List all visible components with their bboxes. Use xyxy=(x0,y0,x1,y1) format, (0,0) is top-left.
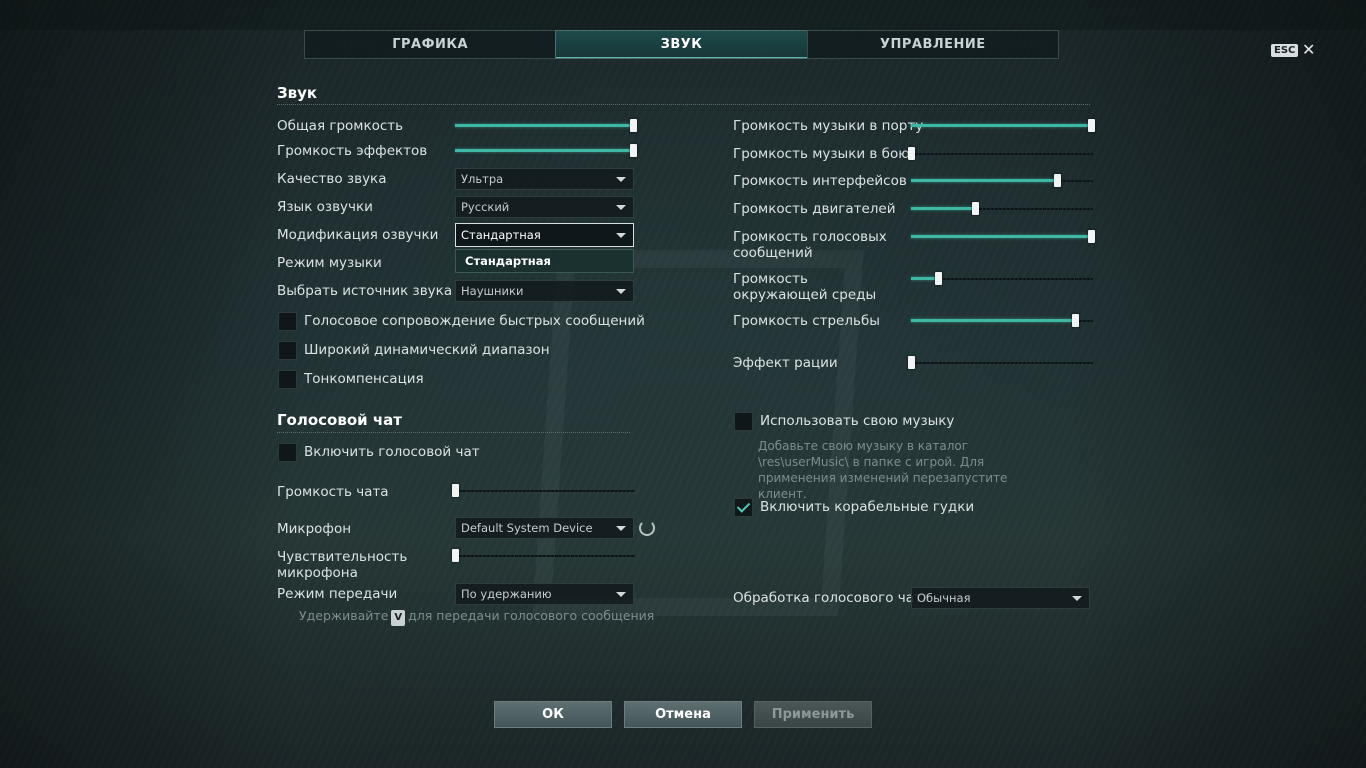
chevron-down-icon xyxy=(616,592,626,597)
slider-knob[interactable] xyxy=(908,356,915,369)
voice-language-label: Язык озвучки xyxy=(277,199,373,215)
voice-mod-label: Модификация озвучки xyxy=(277,227,439,243)
shooting-volume-label: Громкость стрельбы xyxy=(733,313,880,329)
interface-volume-label: Громкость интерфейсов xyxy=(733,173,907,189)
custom-music-checkbox[interactable] xyxy=(734,412,753,431)
slider-knob[interactable] xyxy=(935,272,943,285)
transmit-mode-label: Режим передачи xyxy=(277,586,398,602)
general-volume-slider[interactable] xyxy=(455,119,637,132)
top-bar-dimmed xyxy=(0,0,1366,30)
chevron-down-icon xyxy=(616,177,626,182)
chat-volume-slider[interactable] xyxy=(452,484,635,497)
microphone-label: Микрофон xyxy=(277,521,352,537)
voice-mod-option[interactable]: Стандартная xyxy=(455,249,634,273)
general-volume-label: Общая громкость xyxy=(277,118,404,134)
quick-messages-label: Голосовое сопровождение быстрых сообщени… xyxy=(304,313,645,329)
v-key-badge: V xyxy=(391,610,406,626)
voice-processing-value: Обычная xyxy=(917,591,971,605)
slider-knob[interactable] xyxy=(908,147,915,160)
chevron-down-icon xyxy=(616,289,626,294)
chevron-down-icon xyxy=(616,205,626,210)
shooting-volume-slider[interactable] xyxy=(911,314,1093,327)
microphone-value: Default System Device xyxy=(461,521,593,535)
loudness-checkbox[interactable] xyxy=(278,370,297,389)
voice-processing-label: Обработка голосового чата xyxy=(733,590,931,606)
voice-mod-dropdown[interactable]: Стандартная xyxy=(455,223,634,247)
chat-volume-label: Громкость чата xyxy=(277,484,389,500)
tab-controls[interactable]: УПРАВЛЕНИЕ xyxy=(806,30,1059,59)
enable-voice-chat-label: Включить голосовой чат xyxy=(304,444,480,460)
section-title-voice-chat: Голосовой чат xyxy=(277,411,402,429)
slider-knob[interactable] xyxy=(1088,230,1095,243)
engines-volume-slider[interactable] xyxy=(911,202,1093,215)
wide-range-label: Широкий динамический диапазон xyxy=(304,342,550,358)
voice-language-dropdown[interactable]: Русский xyxy=(455,196,634,218)
slider-knob[interactable] xyxy=(452,549,459,562)
sensitivity-label: Чувствительность микрофона xyxy=(277,549,408,581)
chevron-down-icon xyxy=(1072,596,1082,601)
quick-messages-checkbox[interactable] xyxy=(278,312,297,331)
custom-music-label: Использовать свою музыку xyxy=(760,413,955,429)
voice-messages-slider[interactable] xyxy=(911,230,1095,243)
sound-source-label: Выбрать источник звука xyxy=(277,283,453,299)
interface-volume-slider[interactable] xyxy=(911,174,1093,187)
quality-value: Ультра xyxy=(461,172,504,186)
esc-key-badge: ESC xyxy=(1271,44,1299,57)
sensitivity-slider[interactable] xyxy=(452,549,635,562)
ship-horns-checkbox[interactable] xyxy=(734,498,753,517)
slider-knob[interactable] xyxy=(630,119,637,132)
chevron-down-icon xyxy=(616,233,626,238)
cancel-button[interactable]: Отмена xyxy=(624,701,742,728)
ambient-volume-label: Громкость окружающей среды xyxy=(733,271,877,303)
section-divider xyxy=(277,432,630,433)
engines-volume-label: Громкость двигателей xyxy=(733,201,896,217)
battle-music-slider[interactable] xyxy=(908,147,1093,160)
sound-source-value: Наушники xyxy=(461,284,524,298)
slider-knob[interactable] xyxy=(452,484,459,497)
port-music-slider[interactable] xyxy=(911,119,1095,132)
sound-source-dropdown[interactable]: Наушники xyxy=(455,280,634,302)
hint-prefix: Удерживайте xyxy=(299,608,389,623)
slider-knob[interactable] xyxy=(971,202,979,215)
slider-knob[interactable] xyxy=(1088,119,1095,132)
slider-knob[interactable] xyxy=(630,144,637,157)
quality-dropdown[interactable]: Ультра xyxy=(455,168,634,190)
microphone-dropdown[interactable]: Default System Device xyxy=(455,517,634,539)
tab-sound[interactable]: ЗВУК xyxy=(555,30,808,59)
enable-voice-chat-checkbox[interactable] xyxy=(278,443,297,462)
chevron-down-icon xyxy=(616,526,626,531)
radio-effect-slider[interactable] xyxy=(908,356,1093,369)
effects-volume-slider[interactable] xyxy=(455,144,637,157)
transmit-hint: Удерживайте Vдля передачи голосового сооб… xyxy=(299,608,654,626)
voice-language-value: Русский xyxy=(461,200,510,214)
transmit-mode-value: По удержанию xyxy=(461,587,552,601)
refresh-icon[interactable] xyxy=(639,520,655,536)
loudness-label: Тонкомпенсация xyxy=(304,371,424,387)
ship-horns-label: Включить корабельные гудки xyxy=(760,499,975,515)
hint-suffix: для передачи голосового сообщения xyxy=(408,608,655,623)
port-music-label: Громкость музыки в порту xyxy=(733,118,924,134)
voice-mod-value: Стандартная xyxy=(461,228,541,242)
settings-tabs: ГРАФИКА ЗВУК УПРАВЛЕНИЕ xyxy=(304,30,1059,59)
transmit-mode-dropdown[interactable]: По удержанию xyxy=(455,583,634,605)
ambient-volume-slider[interactable] xyxy=(911,272,1093,285)
slider-knob[interactable] xyxy=(1053,174,1061,187)
effects-volume-label: Громкость эффектов xyxy=(277,143,428,159)
close-icon[interactable]: ✕ xyxy=(1302,40,1315,59)
battle-music-label: Громкость музыки в бою xyxy=(733,146,910,162)
section-title-sound: Звук xyxy=(277,84,318,102)
section-divider xyxy=(277,104,1090,105)
tab-graphics[interactable]: ГРАФИКА xyxy=(304,30,557,59)
radio-effect-label: Эффект рации xyxy=(733,355,838,371)
custom-music-hint: Добавьте свою музыку в каталог \res\user… xyxy=(758,439,1008,501)
voice-messages-label: Громкость голосовых сообщений xyxy=(733,229,887,261)
music-mode-label: Режим музыки xyxy=(277,255,382,271)
slider-knob[interactable] xyxy=(1071,314,1079,327)
quality-label: Качество звука xyxy=(277,171,387,187)
apply-button[interactable]: Применить xyxy=(754,701,872,728)
ok-button[interactable]: ОК xyxy=(494,701,612,728)
checkmark-icon xyxy=(736,499,751,513)
wide-range-checkbox[interactable] xyxy=(278,341,297,360)
voice-processing-dropdown[interactable]: Обычная xyxy=(911,587,1090,609)
